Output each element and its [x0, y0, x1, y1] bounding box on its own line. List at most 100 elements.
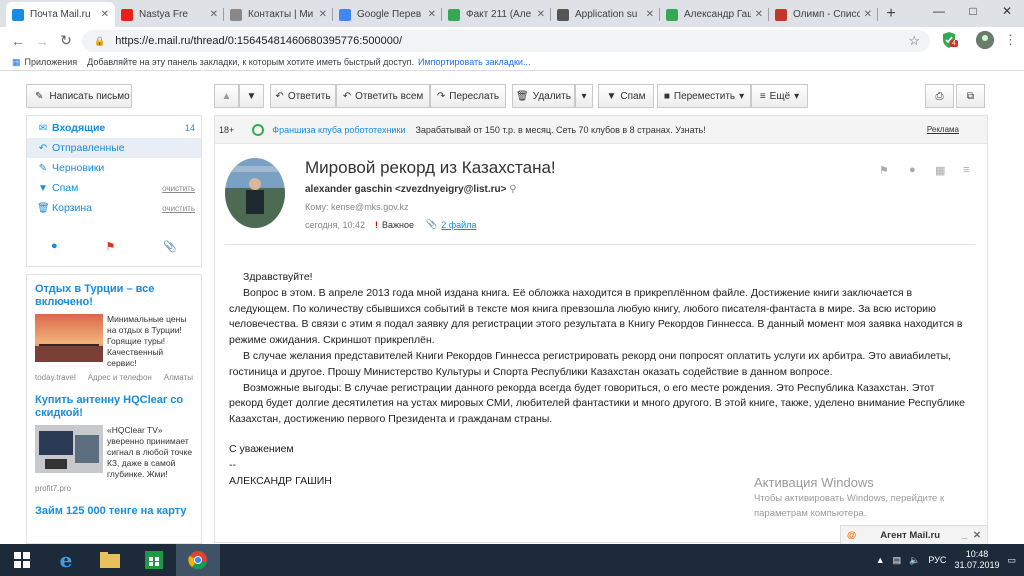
mail-agent-bar[interactable]: @ Агент Mail.ru _ ✕	[840, 525, 988, 545]
clock-date: 31.07.2019	[954, 560, 1000, 570]
browser-tab[interactable]: Google Перев ✕	[333, 2, 442, 27]
attachments-link[interactable]: 2 файла	[441, 220, 476, 230]
sender-avatar[interactable]	[225, 158, 285, 228]
move-button[interactable]: ■ Переместить ▾	[657, 84, 751, 108]
notifications-icon[interactable]: ▭	[1007, 555, 1016, 566]
minimize-agent-icon[interactable]: _	[962, 530, 967, 541]
url-input[interactable]: 🔒 https://e.mail.ru/thread/0:15645481460…	[82, 30, 930, 52]
ad-block[interactable]: Отдых в Турции – все включено! Минимальн…	[35, 283, 193, 382]
ad-title[interactable]: Займ 125 000 тенге на карту	[35, 505, 193, 518]
folder-item[interactable]: ✉ Входящие 14	[27, 118, 201, 138]
print-button[interactable]: ⎙	[925, 84, 954, 108]
prev-message-button[interactable]: ▲	[214, 84, 239, 108]
important-icon: !	[375, 219, 379, 230]
more-button[interactable]: ≡ Ещё ▾	[751, 84, 808, 108]
clear-folder-link[interactable]: очистить	[162, 204, 195, 213]
store-icon[interactable]	[132, 544, 176, 576]
delete-button[interactable]: 🗑 Удалить	[512, 84, 575, 108]
spam-button[interactable]: ▼ Спам	[598, 84, 654, 108]
browser-tab[interactable]: Александр Гаш ✕	[660, 2, 769, 27]
tab-close-icon[interactable]: ✕	[755, 9, 763, 20]
tab-favicon-icon	[557, 8, 569, 21]
reply-button[interactable]: ↶ Ответить	[270, 84, 336, 108]
tab-close-icon[interactable]: ✕	[864, 9, 872, 20]
delete-dropdown-button[interactable]: ▾	[575, 84, 593, 108]
close-agent-icon[interactable]: ✕	[973, 530, 981, 541]
tab-close-icon[interactable]: ✕	[537, 9, 545, 20]
tab-close-icon[interactable]: ✕	[428, 9, 436, 20]
next-message-button[interactable]: ▼	[239, 84, 264, 108]
close-icon[interactable]: ✕	[990, 0, 1024, 22]
unread-dot-icon[interactable]: ●	[909, 164, 916, 176]
tab-title: Почта Mail.ru	[30, 9, 91, 20]
top-ad-strip[interactable]: 18+ Франшиза клуба робототехники Зарабат…	[215, 116, 987, 144]
lock-icon: 🔒	[94, 35, 106, 46]
back-icon[interactable]: ←	[6, 33, 30, 49]
tray-chevron-icon[interactable]: ▲	[876, 555, 885, 565]
internet-explorer-icon[interactable]: e	[44, 544, 88, 576]
reply-all-button[interactable]: ↶ Ответить всем	[336, 84, 430, 108]
browser-tab[interactable]: Факт 211 (Але ✕	[442, 2, 551, 27]
sent-icon: ↶	[38, 142, 48, 154]
reply-label: Ответить	[287, 90, 331, 102]
flag-filter-icon[interactable]: ⚑	[106, 240, 116, 253]
tab-favicon-icon	[12, 8, 24, 21]
message-sender[interactable]: alexander gaschin <zvezdnyeigry@list.ru>…	[305, 184, 517, 195]
reload-icon[interactable]: ↻	[54, 32, 78, 49]
apps-icon[interactable]: ▦ Приложения	[12, 57, 77, 68]
ad-title[interactable]: Отдых в Турции – все включено!	[35, 283, 193, 309]
tab-close-icon[interactable]: ✕	[646, 9, 654, 20]
unread-filter-icon[interactable]: ●	[51, 240, 58, 253]
apps-label: Приложения	[24, 56, 78, 67]
browser-tab[interactable]: Почта Mail.ru ✕	[6, 2, 115, 27]
chrome-icon[interactable]	[176, 544, 220, 576]
search-icon[interactable]: ⚲	[509, 184, 516, 195]
network-icon[interactable]: ▤	[893, 555, 902, 566]
folder-item[interactable]: ↶ Отправленные	[27, 138, 201, 158]
fullscreen-button[interactable]: ⧉	[956, 84, 985, 108]
spam-icon: ▼	[38, 182, 48, 194]
folder-item[interactable]: 🗑 Корзина очистить	[27, 198, 201, 218]
extension-shield-icon[interactable]: 4	[940, 31, 958, 49]
ad-address-link[interactable]: Адрес и телефон	[88, 373, 152, 382]
url-text: https://e.mail.ru/thread/0:1564548146068…	[115, 35, 403, 47]
tab-close-icon[interactable]: ✕	[319, 9, 327, 20]
forward-icon[interactable]: →	[30, 33, 54, 49]
maximize-icon[interactable]: □	[956, 0, 990, 22]
clear-folder-link[interactable]: очистить	[162, 184, 195, 193]
ad-label-link[interactable]: Реклама	[927, 125, 959, 134]
paperclip-icon: 📎	[426, 219, 438, 229]
ad-block[interactable]: Купить антенну HQClear со скидкой! «HQCl…	[35, 394, 193, 493]
clock[interactable]: 10:48 31.07.2019	[954, 549, 999, 571]
compose-button[interactable]: ✎ Написать письмо	[26, 84, 132, 108]
file-explorer-icon[interactable]	[88, 544, 132, 576]
folder-item[interactable]: ▼ Спам очистить	[27, 178, 201, 198]
volume-icon[interactable]: 🔈	[909, 555, 920, 566]
paragraph-3: Возможные выгоды: В случае регистрации д…	[229, 381, 965, 426]
attachment-filter-icon[interactable]: 📎	[163, 240, 177, 253]
folder-item[interactable]: ✎ Черновики	[27, 158, 201, 178]
bookmark-star-icon[interactable]: ☆	[908, 33, 920, 49]
ad-image-antenna[interactable]	[35, 425, 103, 473]
windows-start-icon[interactable]	[0, 544, 44, 576]
bookmark-icon[interactable]: ⚑	[879, 164, 889, 177]
tab-close-icon[interactable]: ✕	[101, 9, 109, 20]
ad-image-sunset[interactable]	[35, 314, 103, 362]
ad-block[interactable]: Займ 125 000 тенге на карту	[35, 505, 193, 518]
new-tab-button[interactable]: +	[878, 2, 904, 27]
forward-button[interactable]: ↷ Переслать	[430, 84, 506, 108]
menu-dots-icon[interactable]: ⋮	[1004, 32, 1017, 48]
calendar-icon[interactable]: ▦	[935, 164, 945, 177]
profile-avatar[interactable]	[976, 31, 994, 49]
ad-brand-name[interactable]: Франшиза клуба робототехники	[272, 125, 405, 135]
browser-tab[interactable]: Nastya Fre ✕	[115, 2, 224, 27]
language-indicator[interactable]: РУС	[928, 555, 946, 565]
browser-tab[interactable]: Контакты | Ми ✕	[224, 2, 333, 27]
minimize-icon[interactable]: —	[922, 0, 956, 22]
browser-tab[interactable]: Application su ✕	[551, 2, 660, 27]
tab-close-icon[interactable]: ✕	[210, 9, 218, 20]
import-bookmarks-link[interactable]: Импортировать закладки...	[418, 57, 530, 67]
browser-tab[interactable]: Олимп - Списо ✕	[769, 2, 878, 27]
ad-title[interactable]: Купить антенну HQClear со скидкой!	[35, 394, 193, 420]
menu-icon[interactable]: ≡	[963, 164, 969, 176]
